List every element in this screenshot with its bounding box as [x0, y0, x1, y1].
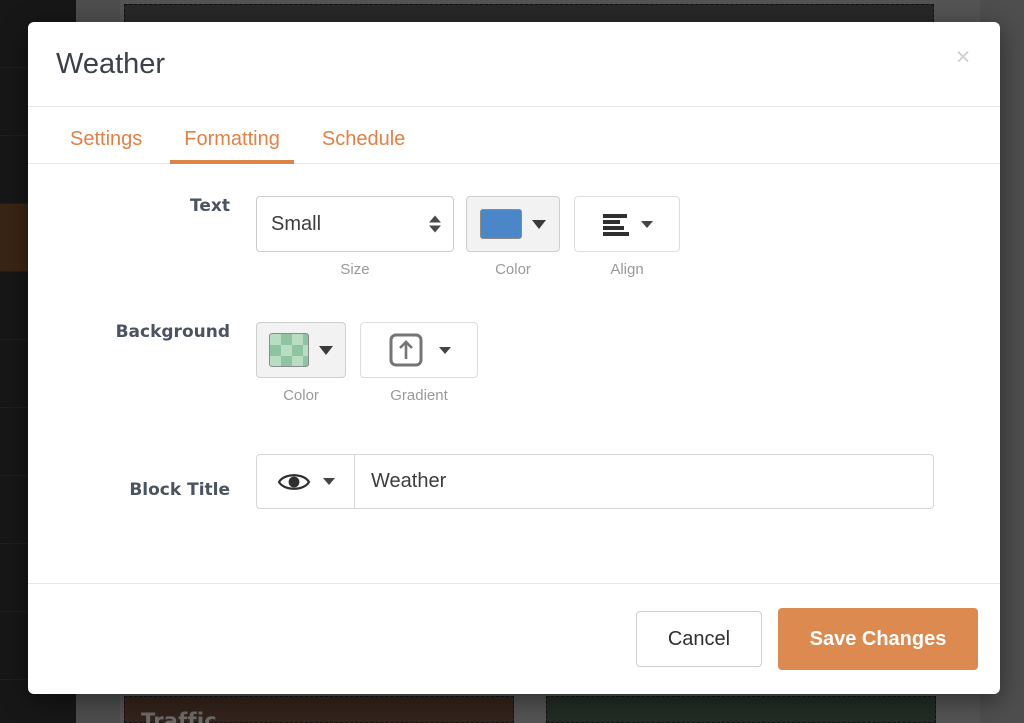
align-left-icon [603, 214, 629, 236]
text-color-button[interactable] [466, 196, 560, 252]
text-color-group: Color [466, 196, 560, 278]
background-row-label: Background [115, 322, 230, 342]
tab-formatting[interactable]: Formatting [170, 128, 294, 164]
form-row-text: Text Small Size Color Align [28, 196, 680, 278]
modal-title: Weather [56, 47, 166, 80]
tab-settings[interactable]: Settings [56, 128, 156, 163]
gradient-up-arrow-icon [389, 333, 423, 367]
text-size-value: Small [271, 212, 322, 235]
background-row-controls: Color Gradient [256, 322, 478, 404]
block-title-row-label: Block Title [129, 479, 230, 500]
text-row-label: Text [190, 196, 230, 216]
chevron-down-icon [439, 346, 451, 354]
modal-body: Text Small Size Color Align Background C… [28, 164, 1000, 583]
text-color-caption: Color [495, 261, 531, 278]
text-align-caption: Align [610, 261, 644, 278]
background-color-group: Color [256, 322, 346, 404]
formatting-modal: Weather × Settings Formatting Schedule T… [28, 22, 1000, 694]
text-row-controls: Small Size Color Align [256, 196, 680, 278]
tab-schedule[interactable]: Schedule [308, 128, 419, 163]
text-align-group: Align [574, 196, 680, 278]
cancel-button[interactable]: Cancel [636, 611, 762, 667]
background-gradient-group: Gradient [360, 322, 478, 404]
block-title-visibility-button[interactable] [256, 454, 354, 509]
form-row-block-title: Block Title [28, 454, 934, 509]
text-size-select[interactable]: Small [256, 196, 454, 252]
chevron-down-icon [319, 345, 333, 355]
modal-header: Weather × [28, 22, 1000, 107]
block-title-controls [256, 454, 934, 509]
text-align-button[interactable] [574, 196, 680, 252]
text-size-caption: Size [340, 261, 370, 278]
text-size-group: Small Size [256, 196, 454, 278]
background-color-caption: Color [283, 387, 319, 404]
save-changes-button[interactable]: Save Changes [778, 608, 978, 670]
chevron-down-icon [532, 219, 546, 229]
background-gradient-button[interactable] [360, 322, 478, 378]
chevron-down-icon [322, 478, 335, 485]
select-spinner-icon [429, 215, 441, 233]
close-icon[interactable]: × [948, 42, 978, 72]
block-title-input[interactable] [354, 454, 934, 509]
background-color-swatch [269, 333, 309, 367]
eye-icon [277, 473, 310, 490]
form-row-background: Background Color Gradient [28, 322, 478, 404]
modal-footer: Cancel Save Changes [28, 583, 1000, 694]
modal-tab-bar: Settings Formatting Schedule [28, 107, 1000, 164]
chevron-down-icon [641, 220, 653, 228]
background-gradient-caption: Gradient [390, 387, 448, 404]
background-color-button[interactable] [256, 322, 346, 378]
text-color-swatch [480, 209, 522, 239]
